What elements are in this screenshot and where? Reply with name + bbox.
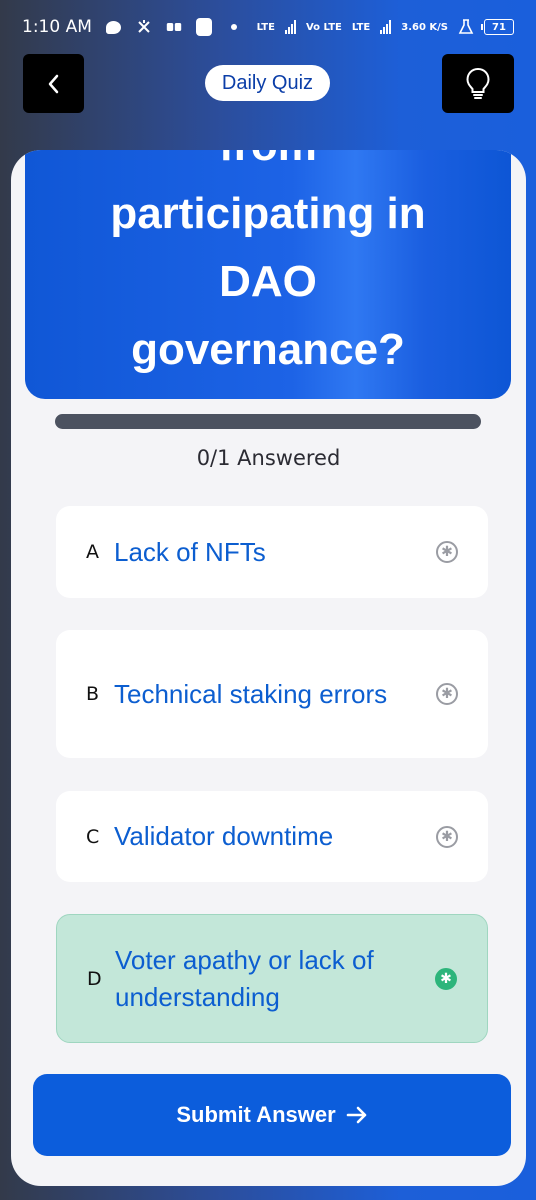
option-letter: D <box>87 967 102 990</box>
option-letter: B <box>86 683 100 705</box>
quiz-header: Daily Quiz <box>0 54 536 114</box>
option-letter: A <box>86 541 99 563</box>
option-a[interactable]: A Lack of NFTs ✱ <box>56 506 488 598</box>
network-type-3: LTE <box>351 21 371 33</box>
hint-button[interactable] <box>442 54 514 113</box>
signal-icon <box>284 20 296 34</box>
back-button[interactable] <box>23 54 84 113</box>
submit-answer-button[interactable]: Submit Answer <box>33 1074 511 1156</box>
option-d[interactable]: D Voter apathy or lack of understanding … <box>56 914 488 1043</box>
app-notification-icon <box>136 19 152 35</box>
question-line: governance? <box>131 325 405 374</box>
answered-count: 0/1 Answered <box>196 446 341 470</box>
battery-icon: 71 <box>481 19 514 35</box>
chat-notification-icon <box>106 19 122 35</box>
submit-label: Submit Answer <box>176 1102 336 1127</box>
option-c[interactable]: C Validator downtime ✱ <box>56 791 488 882</box>
question-line: from <box>25 150 511 180</box>
network-speed: 3.60 K/S <box>401 21 448 33</box>
more-notifications-dot-icon <box>226 19 242 35</box>
option-text: Voter apathy or lack of understanding <box>115 944 374 1012</box>
chevron-left-icon <box>48 74 58 93</box>
quiz-card[interactable]: from participating in DAO governance? 0/… <box>11 150 526 1186</box>
status-time: 1:10 AM <box>22 17 92 37</box>
radio-checked-icon[interactable]: ✱ <box>435 967 457 990</box>
arrow-right-icon <box>346 1106 366 1124</box>
option-b[interactable]: B Technical staking errors ✱ <box>56 630 488 758</box>
battery-level: 71 <box>492 21 506 33</box>
option-letter: C <box>86 825 100 848</box>
radio-icon[interactable]: ✱ <box>436 825 458 848</box>
question-panel: from participating in DAO governance? <box>25 150 511 399</box>
signal-icon-2 <box>380 20 392 34</box>
progress-bar <box>55 414 481 429</box>
network-type-2: Vo LTE <box>305 21 342 33</box>
radio-icon[interactable]: ✱ <box>436 683 458 705</box>
flask-icon <box>458 19 474 35</box>
option-text: Technical staking errors <box>114 678 388 709</box>
lightbulb-icon <box>466 67 490 99</box>
page-title: Daily Quiz <box>205 65 330 101</box>
question-line: DAO <box>219 257 317 306</box>
app-square-icon <box>195 18 212 36</box>
option-text: Lack of NFTs <box>114 536 266 567</box>
network-type-1: LTE <box>256 21 275 33</box>
radio-icon[interactable]: ✱ <box>436 541 458 563</box>
game-notification-icon <box>166 19 182 35</box>
option-text: Validator downtime <box>114 821 334 851</box>
status-bar: 1:10 AM LTE Vo LTE LTE 3.60 K/S 71 <box>0 0 536 54</box>
question-line: participating in <box>110 189 426 238</box>
